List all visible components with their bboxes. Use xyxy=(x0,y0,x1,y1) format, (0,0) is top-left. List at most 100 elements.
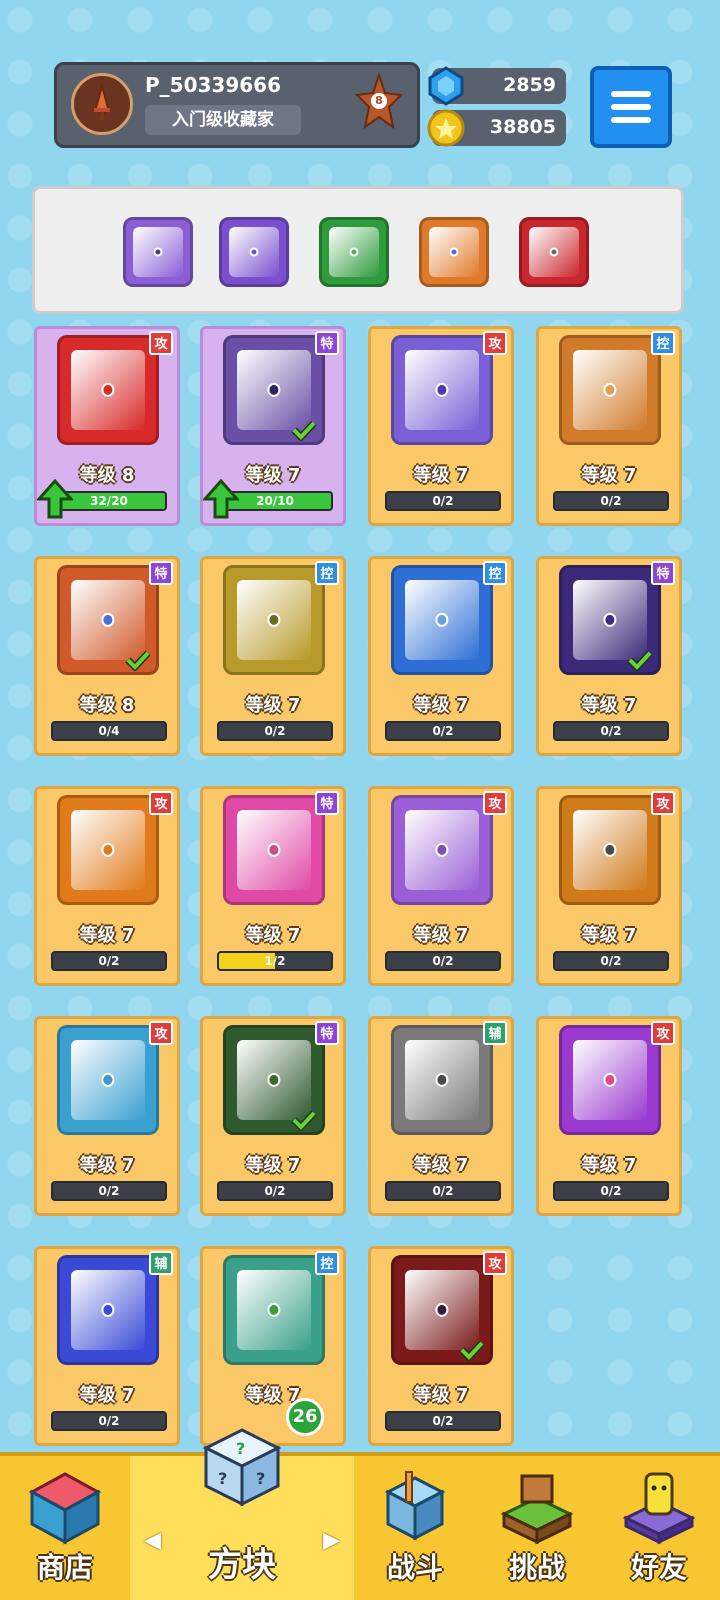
check-icon xyxy=(125,650,151,671)
dice-card[interactable]: 辅等级 7 0/2 xyxy=(34,1246,180,1446)
deck-slot[interactable] xyxy=(219,217,289,287)
dice-face-inner xyxy=(573,810,647,890)
battle-icon xyxy=(384,1471,446,1541)
bottom-nav: 商店 ? ? ? ◀ ▶ 方块 战斗 挑战 好友 xyxy=(0,1428,720,1600)
dice-pip xyxy=(267,612,281,628)
dice-face-inner xyxy=(573,1040,647,1120)
nav-dice-label: 方块 xyxy=(208,1545,276,1585)
dice-pip xyxy=(267,1302,281,1318)
card-progress-bar: 1/2 xyxy=(217,951,333,971)
dice-pip xyxy=(101,612,115,628)
nav-dice[interactable]: ? ? ? ◀ ▶ 方块 xyxy=(130,1428,354,1600)
deck-slot[interactable] xyxy=(319,217,389,287)
dice-pip xyxy=(435,382,449,398)
dice-pip xyxy=(603,382,617,398)
gem-counter[interactable]: 2859 xyxy=(428,66,566,106)
dice-art xyxy=(391,335,493,445)
card-progress-text: 0/2 xyxy=(432,724,454,738)
rank-badge[interactable]: 8 xyxy=(354,71,404,135)
dice-face xyxy=(223,1255,325,1365)
dice-art xyxy=(223,795,325,905)
dice-card[interactable]: 控等级 7 0/2 xyxy=(200,556,346,756)
nav-challenge-label: 挑战 xyxy=(508,1551,565,1584)
dice-card[interactable]: 攻等级 7 0/2 xyxy=(368,786,514,986)
upgrade-arrow-icon xyxy=(37,479,73,519)
dice-pip xyxy=(435,612,449,628)
dice-art xyxy=(223,1255,325,1365)
dice-card[interactable]: 控等级 7 0/2 xyxy=(536,326,682,526)
card-level: 等级 7 xyxy=(413,465,469,486)
coin-icon xyxy=(427,109,465,147)
dice-card[interactable]: 攻等级 7 0/2 xyxy=(368,1246,514,1446)
card-progress-text: 0/2 xyxy=(432,1414,454,1428)
dice-face-inner xyxy=(528,226,580,278)
deck-slot[interactable] xyxy=(519,217,589,287)
dice-face xyxy=(419,217,489,287)
dice-card[interactable]: 攻等级 7 0/2 xyxy=(536,1016,682,1216)
nav-shop[interactable]: 商店 xyxy=(0,1456,130,1600)
upgrade-arrow-icon xyxy=(203,479,239,519)
card-progress-bar: 0/2 xyxy=(385,1411,501,1431)
deck-slot[interactable] xyxy=(419,217,489,287)
dice-card[interactable]: 特等级 7 0/2 xyxy=(200,1016,346,1216)
svg-text:?: ? xyxy=(218,1469,227,1488)
dice-art xyxy=(559,1025,661,1135)
menu-button[interactable] xyxy=(590,66,672,148)
dice-pip xyxy=(435,1072,449,1088)
dice-pip xyxy=(153,247,163,257)
card-progress-text: 0/2 xyxy=(432,494,454,508)
dice-art xyxy=(391,565,493,675)
dice-face-inner xyxy=(228,226,280,278)
dice-card[interactable]: 攻等级 7 0/2 xyxy=(34,786,180,986)
dice-pip xyxy=(435,842,449,858)
dice-face-inner xyxy=(71,580,145,660)
type-badge: 特 xyxy=(149,561,173,585)
dice-face-inner xyxy=(428,226,480,278)
dice-face xyxy=(391,1025,493,1135)
card-progress-bar: 0/2 xyxy=(385,721,501,741)
nav-battle[interactable]: 战斗 xyxy=(354,1456,476,1600)
card-progress-bar: 0/2 xyxy=(553,1181,669,1201)
card-progress-text: 0/2 xyxy=(98,1184,120,1198)
dice-card[interactable]: 攻等级 7 0/2 xyxy=(368,326,514,526)
dice-card[interactable]: 控等级 7 0/2 xyxy=(368,556,514,756)
dice-card[interactable]: 特等级 7 20/10 xyxy=(200,326,346,526)
card-progress-bar: 0/4 xyxy=(51,721,167,741)
card-progress-text: 0/2 xyxy=(432,1184,454,1198)
type-badge: 特 xyxy=(315,1021,339,1045)
profile-panel[interactable]: P_50339666 入门级收藏家 8 xyxy=(54,62,420,148)
deck-panel xyxy=(32,186,684,314)
dice-pip xyxy=(101,842,115,858)
dice-face-inner xyxy=(71,350,145,430)
type-badge: 攻 xyxy=(651,1021,675,1045)
svg-text:?: ? xyxy=(236,1439,245,1458)
gem-count: 2859 xyxy=(503,74,556,96)
type-badge: 辅 xyxy=(483,1021,507,1045)
dice-card[interactable]: 特等级 7 1/2 xyxy=(200,786,346,986)
shop-icon xyxy=(28,1472,102,1545)
nav-shop-label: 商店 xyxy=(36,1551,93,1584)
coin-counter[interactable]: 38805 xyxy=(427,109,566,147)
card-progress-bar: 0/2 xyxy=(553,491,669,511)
dice-card[interactable]: 攻等级 8 32/20 xyxy=(34,326,180,526)
player-name: P_50339666 xyxy=(145,73,281,97)
card-progress-bar: 0/2 xyxy=(51,1181,167,1201)
card-level: 等级 7 xyxy=(581,925,637,946)
dice-pip xyxy=(603,842,617,858)
card-progress-text: 0/2 xyxy=(600,1184,622,1198)
dice-face-inner xyxy=(237,810,311,890)
dice-card[interactable]: 辅等级 7 0/2 xyxy=(368,1016,514,1216)
dice-pip xyxy=(603,612,617,628)
avatar[interactable] xyxy=(71,73,133,135)
dice-card[interactable]: 特等级 8 0/4 xyxy=(34,556,180,756)
dice-face-inner xyxy=(132,226,184,278)
dice-card[interactable]: 攻等级 7 0/2 xyxy=(536,786,682,986)
nav-challenge[interactable]: 挑战 xyxy=(476,1456,598,1600)
dice-pip xyxy=(101,382,115,398)
check-icon xyxy=(291,1110,317,1131)
deck-slot[interactable] xyxy=(123,217,193,287)
dice-art xyxy=(559,335,661,445)
nav-friends[interactable]: 好友 xyxy=(598,1456,720,1600)
dice-card[interactable]: 特等级 7 0/2 xyxy=(536,556,682,756)
dice-card[interactable]: 攻等级 7 0/2 xyxy=(34,1016,180,1216)
